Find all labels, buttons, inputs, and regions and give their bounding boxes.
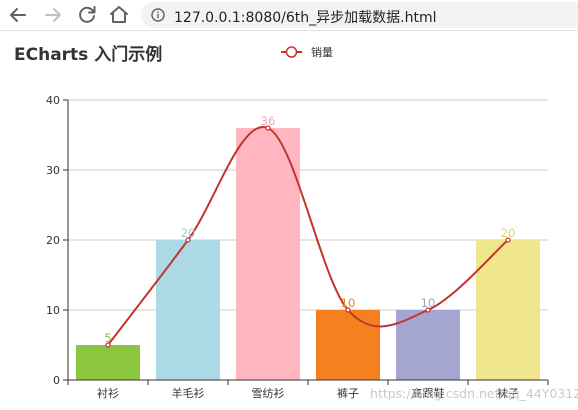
y-tick-label: 0 xyxy=(53,374,60,387)
bar-value-label: 10 xyxy=(341,296,356,310)
bar-value-label: 10 xyxy=(421,296,436,310)
x-tick-label: 裤子 xyxy=(337,386,359,400)
x-tick-label: 羊毛衫 xyxy=(172,386,205,400)
legend-symbol-icon xyxy=(285,46,298,58)
y-tick-label: 30 xyxy=(46,164,60,177)
chart: ECharts 入门示例 销量 010203040衬衫 羊毛衫 雪纺衫 裤子 高跟鞋 袜子… xyxy=(14,44,578,401)
forward-arrow-icon[interactable] xyxy=(41,3,65,27)
chart-container: ECharts 入门示例 销量 0 10 20 30 40 衬衫 羊毛衫 雪纺衫 裤子 高跟鞋 袜子… xyxy=(0,31,578,410)
y-tick-label: 10 xyxy=(46,304,60,317)
bar-value-label: 20 xyxy=(181,226,196,240)
bar-value-label: 5 xyxy=(104,331,111,345)
legend-label: 销量 xyxy=(311,45,333,59)
back-arrow-icon[interactable] xyxy=(6,3,30,27)
home-icon[interactable] xyxy=(107,3,131,27)
y-tick-label: 40 xyxy=(46,94,60,107)
chart-title: ECharts 入门示例 xyxy=(14,44,162,65)
bar-value-label: 20 xyxy=(501,226,516,240)
reload-icon[interactable] xyxy=(75,3,99,27)
bar[interactable] xyxy=(316,310,380,380)
y-tick-label: 20 xyxy=(46,234,60,247)
url-text[interactable]: 127.0.0.1:8080/6th_异步加载数据.html xyxy=(174,7,436,27)
bar-value-label: 36 xyxy=(261,114,276,128)
x-tick-label: 衬衫 xyxy=(97,387,119,400)
bar[interactable] xyxy=(156,240,220,380)
x-tick-label: 雪纺衫 xyxy=(252,386,285,400)
bar-series xyxy=(76,128,540,380)
bar[interactable] xyxy=(76,345,140,380)
watermark: https://blog.csdn.net/qq_44Y0312 xyxy=(370,386,578,401)
legend[interactable]: 销量 xyxy=(281,45,333,59)
browser-toolbar: 127.0.0.1:8080/6th_异步加载数据.html xyxy=(0,0,578,31)
bar[interactable] xyxy=(236,128,300,380)
address-bar[interactable]: 127.0.0.1:8080/6th_异步加载数据.html xyxy=(141,2,578,28)
info-icon[interactable] xyxy=(151,8,165,22)
